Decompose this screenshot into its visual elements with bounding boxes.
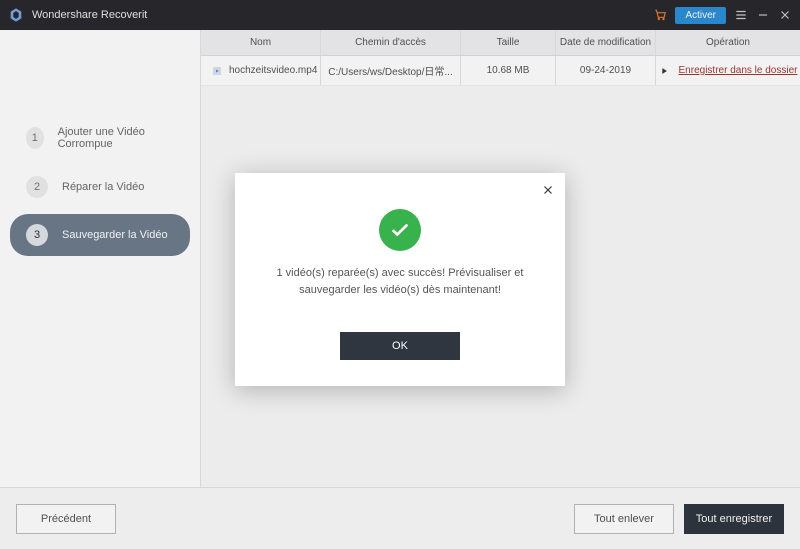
close-icon[interactable] [541, 183, 555, 197]
check-icon [389, 219, 411, 241]
success-modal: 1 vidéo(s) reparée(s) avec succès! Prévi… [235, 173, 565, 386]
ok-button[interactable]: OK [340, 332, 460, 360]
modal-message: 1 vidéo(s) reparée(s) avec succès! Prévi… [255, 265, 545, 298]
success-circle [379, 209, 421, 251]
modal-backdrop: 1 vidéo(s) reparée(s) avec succès! Prévi… [0, 0, 800, 549]
